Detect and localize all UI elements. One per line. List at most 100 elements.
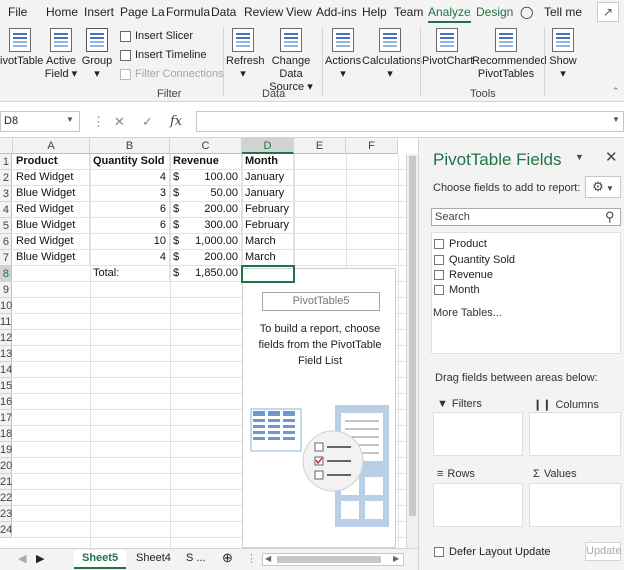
header-cell-month[interactable]: Month xyxy=(242,154,294,170)
cell-product[interactable]: Red Widget xyxy=(13,170,90,186)
cell-quantity[interactable]: 3 xyxy=(90,186,170,202)
tab-add-ins[interactable]: Add-ins xyxy=(316,5,357,19)
insert-function-icon[interactable]: fx xyxy=(170,114,182,129)
show-button[interactable]: Show ▾ xyxy=(548,28,578,81)
enter-icon[interactable]: ✓ xyxy=(142,114,153,130)
tab-insert[interactable]: Insert xyxy=(84,5,114,19)
row-header[interactable]: 13 xyxy=(0,346,12,362)
cell-month[interactable]: February xyxy=(242,202,294,218)
active-field-button[interactable]: Active Field ▾ xyxy=(44,28,78,81)
row-header[interactable]: 1 xyxy=(0,154,12,170)
pivotchart-button[interactable]: PivotChart xyxy=(422,28,473,68)
cell-product[interactable]: Blue Widget xyxy=(13,186,90,202)
column-header-selected[interactable]: D xyxy=(242,138,294,154)
name-box-dropdown-icon[interactable]: ▼ xyxy=(66,115,74,124)
row-header[interactable]: 7 xyxy=(0,250,12,266)
cell-revenue[interactable]: $100.00 xyxy=(170,170,242,186)
row-header[interactable]: 17 xyxy=(0,410,12,426)
refresh-button[interactable]: Refresh ▾ xyxy=(226,28,265,81)
vertical-scrollbar[interactable] xyxy=(406,154,418,548)
cell-quantity[interactable]: 6 xyxy=(90,202,170,218)
scroll-right-icon[interactable]: ▶ xyxy=(36,552,44,565)
row-header[interactable]: 21 xyxy=(0,474,12,490)
row-header[interactable]: 12 xyxy=(0,330,12,346)
tab-view[interactable]: View xyxy=(286,5,312,19)
tab-split-icon[interactable]: ⋮ xyxy=(246,552,257,565)
row-header[interactable]: 23 xyxy=(0,506,12,522)
more-tables-link[interactable]: More Tables... xyxy=(433,307,502,319)
column-header[interactable]: E xyxy=(294,138,346,154)
header-cell-product[interactable]: Product xyxy=(13,154,90,170)
tab-data[interactable]: Data xyxy=(211,5,236,19)
close-icon[interactable]: ✕ xyxy=(605,148,618,166)
column-header[interactable]: B xyxy=(90,138,170,154)
share-button[interactable]: ↗ xyxy=(597,2,619,22)
column-header[interactable]: C xyxy=(170,138,242,154)
field-month[interactable]: Month xyxy=(434,284,480,296)
worksheet-grid[interactable]: A B C D E F 1 2 3 4 5 6 7 8 9 10 11 12 1… xyxy=(0,138,418,548)
row-header[interactable]: 11 xyxy=(0,314,12,330)
collapse-ribbon-icon[interactable]: ⌃ xyxy=(612,86,620,97)
column-header[interactable]: A xyxy=(13,138,90,154)
active-cell-d8[interactable] xyxy=(241,265,295,283)
header-cell-quantity[interactable]: Quantity Sold xyxy=(90,154,170,170)
tab-analyze[interactable]: Analyze xyxy=(428,5,471,23)
cell-month[interactable]: February xyxy=(242,218,294,234)
tab-tell-me[interactable]: Tell me xyxy=(544,5,582,19)
search-icon[interactable]: ⚲ xyxy=(605,209,615,225)
total-revenue-cell[interactable]: $1,850.00 xyxy=(170,266,242,282)
tab-file[interactable]: File xyxy=(8,5,27,19)
tab-page-layout[interactable]: Page La xyxy=(120,5,165,19)
formula-input[interactable] xyxy=(196,111,624,132)
scrollbar-thumb[interactable] xyxy=(409,156,416,516)
row-header[interactable]: 3 xyxy=(0,186,12,202)
field-quantity-sold[interactable]: Quantity Sold xyxy=(434,254,515,266)
rows-area[interactable] xyxy=(433,483,523,527)
tab-formulas[interactable]: Formula xyxy=(166,5,210,19)
horizontal-scrollbar[interactable]: ◀ ▶ xyxy=(262,553,404,566)
cell-product[interactable]: Red Widget xyxy=(13,234,90,250)
cell-quantity[interactable]: 10 xyxy=(90,234,170,250)
sheet-tab-sheet4[interactable]: Sheet4 xyxy=(136,552,171,564)
defer-layout-update[interactable]: Defer Layout Update xyxy=(434,546,551,558)
calculations-button[interactable]: Calculations ▾ xyxy=(362,28,422,81)
tools-gear-button[interactable]: ⚙ ▼ xyxy=(585,176,621,198)
row-header[interactable]: 20 xyxy=(0,458,12,474)
cell-month[interactable]: January xyxy=(242,170,294,186)
columns-area[interactable] xyxy=(529,412,621,456)
defer-checkbox[interactable] xyxy=(434,547,444,557)
horizontal-scrollbar-thumb[interactable] xyxy=(277,556,381,563)
header-cell-revenue[interactable]: Revenue xyxy=(170,154,242,170)
cell-revenue[interactable]: $200.00 xyxy=(170,202,242,218)
row-header[interactable]: 19 xyxy=(0,442,12,458)
row-header[interactable]: 4 xyxy=(0,202,12,218)
expand-formula-icon[interactable]: ▼ xyxy=(612,115,620,124)
update-button[interactable]: Update xyxy=(585,542,621,561)
row-header[interactable]: 5 xyxy=(0,218,12,234)
cell-quantity[interactable]: 6 xyxy=(90,218,170,234)
tab-help[interactable]: Help xyxy=(362,5,387,19)
cell-quantity[interactable]: 4 xyxy=(90,170,170,186)
add-sheet-icon[interactable]: ⊕ xyxy=(222,550,233,566)
recommended-pivottables-button[interactable]: Recommended PivotTables xyxy=(472,28,547,81)
filters-area[interactable] xyxy=(433,412,523,456)
pane-options-dropdown-icon[interactable]: ▼ xyxy=(575,152,584,162)
row-header[interactable]: 2 xyxy=(0,170,12,186)
row-header[interactable]: 24 xyxy=(0,522,12,538)
insert-timeline-button[interactable]: Insert Timeline xyxy=(120,49,207,61)
field-product[interactable]: Product xyxy=(434,238,487,250)
group-button[interactable]: Group ▾ xyxy=(80,28,114,81)
sheet-tab-more[interactable]: S ... xyxy=(186,552,206,564)
tab-team[interactable]: Team xyxy=(394,5,423,19)
sheet-tab-sheet5[interactable]: Sheet5 xyxy=(74,550,127,569)
pivottable-placeholder[interactable]: PivotTable5 To build a report, choose fi… xyxy=(242,268,396,548)
tab-home[interactable]: Home xyxy=(46,5,78,19)
cell-revenue[interactable]: $200.00 xyxy=(170,250,242,266)
cell-product[interactable]: Blue Widget xyxy=(13,218,90,234)
values-area[interactable] xyxy=(529,483,621,527)
row-header[interactable]: 10 xyxy=(0,298,12,314)
row-header[interactable]: 18 xyxy=(0,426,12,442)
scroll-left-icon[interactable]: ◀ xyxy=(18,552,26,565)
row-header[interactable]: 9 xyxy=(0,282,12,298)
tab-review[interactable]: Review xyxy=(244,5,283,19)
